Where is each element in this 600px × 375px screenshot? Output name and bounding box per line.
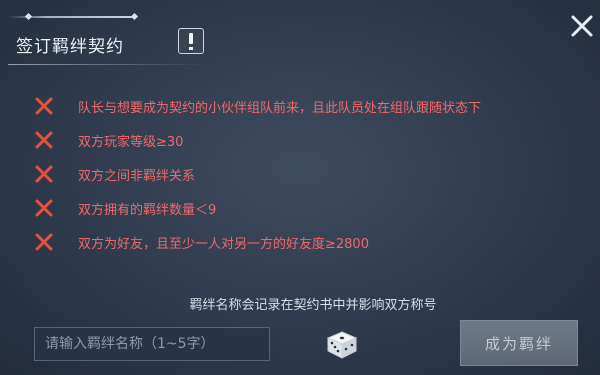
x-icon xyxy=(35,131,53,149)
title-underline xyxy=(8,64,208,65)
bond-name-hint: 羁绊名称会记录在契约书中并影响双方称号 xyxy=(189,298,437,313)
condition-item: 双方之间非羁绊关系 xyxy=(34,162,195,186)
title-decoration-dot xyxy=(130,12,139,21)
condition-item: 双方玩家等级≥30 xyxy=(34,128,183,152)
condition-text: 双方为好友，且至少一人对另一方的好友度≥2800 xyxy=(78,236,369,252)
x-icon xyxy=(35,233,53,251)
bond-contract-dialog: 签订羁绊契约 队长与想要成为契约的小伙伴组队前来，且此队员处在组队跟随状态下 双… xyxy=(0,0,600,375)
condition-item: 双方拥有的羁绊数量＜9 xyxy=(34,196,216,220)
condition-item: 双方为好友，且至少一人对另一方的好友度≥2800 xyxy=(34,230,369,254)
x-icon xyxy=(35,165,53,183)
condition-text: 队长与想要成为契约的小伙伴组队前来，且此队员处在组队跟随状态下 xyxy=(78,100,482,116)
condition-text: 双方之间非羁绊关系 xyxy=(78,168,196,184)
close-icon[interactable] xyxy=(570,14,594,38)
bond-name-input[interactable] xyxy=(34,327,270,361)
dice-icon[interactable] xyxy=(326,330,358,360)
condition-text: 双方玩家等级≥30 xyxy=(78,134,184,150)
condition-item: 队长与想要成为契约的小伙伴组队前来，且此队员处在组队跟随状态下 xyxy=(34,94,481,118)
condition-text: 双方拥有的羁绊数量＜9 xyxy=(78,202,217,218)
exclamation-icon[interactable] xyxy=(178,28,204,54)
title-decoration-dot xyxy=(24,12,33,21)
x-icon xyxy=(35,199,53,217)
become-bond-button[interactable]: 成为羁绊 xyxy=(460,320,578,366)
dialog-title: 签订羁绊契约 xyxy=(16,37,124,57)
x-icon xyxy=(35,97,53,115)
